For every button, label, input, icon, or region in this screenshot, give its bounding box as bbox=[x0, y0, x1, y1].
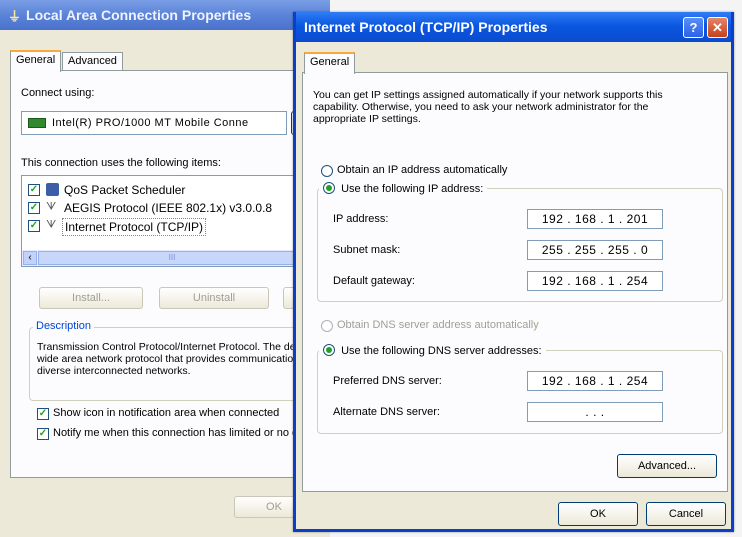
ip-address-label: IP address: bbox=[333, 213, 389, 225]
alternate-dns-field[interactable]: . . . bbox=[527, 402, 663, 422]
show-icon-label: Show icon in notification area when conn… bbox=[53, 407, 280, 419]
install-button[interactable]: Install... bbox=[39, 287, 143, 309]
network-adapter-icon bbox=[28, 118, 46, 128]
horizontal-scrollbar[interactable]: ‹ III bbox=[22, 250, 330, 266]
protocol-icon: ᗐ bbox=[46, 219, 57, 231]
adapter-name: Intel(R) PRO/1000 MT Mobile Conne bbox=[52, 117, 249, 129]
lac-title: Local Area Connection Properties bbox=[26, 7, 252, 23]
item-checkbox-aegis[interactable]: ✓ bbox=[28, 202, 40, 214]
item-checkbox-tcpip[interactable]: ✓ bbox=[28, 220, 40, 232]
tab-general[interactable]: General bbox=[304, 52, 356, 74]
components-list[interactable]: ✓ QoS Packet Scheduler ✓ ᗐ AEGIS Protoco… bbox=[21, 175, 330, 267]
tab-general[interactable]: General bbox=[10, 50, 62, 72]
item-label-aegis[interactable]: AEGIS Protocol (IEEE 802.1x) v3.0.0.8 bbox=[64, 201, 272, 215]
close-icon[interactable]: ✕ bbox=[707, 17, 728, 38]
notify-label: Notify me when this connection has limit… bbox=[53, 427, 330, 439]
protocol-icon: ᗐ bbox=[46, 201, 57, 213]
advanced-button[interactable]: Advanced... bbox=[617, 454, 717, 478]
tcpip-window: Internet Protocol (TCP/IP) Properties ? … bbox=[293, 12, 734, 532]
subnet-mask-label: Subnet mask: bbox=[333, 244, 401, 256]
obtain-dns-radio[interactable] bbox=[321, 320, 333, 332]
ok-button[interactable]: OK bbox=[558, 502, 638, 526]
network-icon: ⏚ bbox=[8, 8, 22, 24]
item-label-tcpip[interactable]: Internet Protocol (TCP/IP) bbox=[62, 218, 207, 236]
items-label: This connection uses the following items… bbox=[21, 157, 221, 169]
obtain-ip-radio[interactable] bbox=[321, 165, 333, 177]
notify-checkbox[interactable]: ✓ bbox=[37, 428, 49, 440]
preferred-dns-label: Preferred DNS server: bbox=[333, 375, 442, 387]
description-text: Transmission Control Protocol/Internet P… bbox=[37, 341, 330, 377]
lac-general-panel: Connect using: Intel(R) PRO/1000 MT Mobi… bbox=[10, 70, 330, 478]
use-ip-radio[interactable] bbox=[323, 182, 335, 194]
default-gateway-field[interactable]: 192 . 168 . 1 . 254 bbox=[527, 271, 663, 291]
scroll-left-arrow-icon[interactable]: ‹ bbox=[23, 251, 37, 265]
use-dns-option: Use the following DNS server addresses: bbox=[319, 342, 546, 358]
help-icon[interactable]: ? bbox=[683, 17, 704, 38]
tcpip-titlebar[interactable]: Internet Protocol (TCP/IP) Properties ? … bbox=[296, 12, 731, 42]
item-checkbox-qos[interactable]: ✓ bbox=[28, 184, 40, 196]
lac-window: ⏚ Local Area Connection Properties Gener… bbox=[0, 0, 330, 537]
qos-icon bbox=[46, 183, 59, 196]
uninstall-button[interactable]: Uninstall bbox=[159, 287, 269, 309]
tcpip-title: Internet Protocol (TCP/IP) Properties bbox=[304, 19, 548, 35]
intro-text: You can get IP settings assigned automat… bbox=[313, 89, 663, 125]
cancel-button[interactable]: Cancel bbox=[646, 502, 726, 526]
scroll-thumb[interactable]: III bbox=[38, 251, 306, 265]
connect-using-label: Connect using: bbox=[21, 87, 95, 99]
default-gateway-label: Default gateway: bbox=[333, 275, 415, 287]
adapter-field: Intel(R) PRO/1000 MT Mobile Conne bbox=[21, 111, 287, 135]
use-ip-option: Use the following IP address: bbox=[319, 180, 488, 196]
obtain-ip-label[interactable]: Obtain an IP address automatically bbox=[337, 164, 507, 176]
use-ip-label[interactable]: Use the following IP address: bbox=[341, 183, 483, 195]
use-dns-label[interactable]: Use the following DNS server addresses: bbox=[341, 345, 542, 357]
tab-advanced[interactable]: Advanced bbox=[62, 52, 123, 71]
description-label: Description bbox=[33, 320, 95, 332]
subnet-mask-field[interactable]: 255 . 255 . 255 . 0 bbox=[527, 240, 663, 260]
show-icon-checkbox[interactable]: ✓ bbox=[37, 408, 49, 420]
use-dns-radio[interactable] bbox=[323, 344, 335, 356]
lac-titlebar[interactable]: ⏚ Local Area Connection Properties bbox=[0, 0, 330, 30]
tcpip-general-panel: You can get IP settings assigned automat… bbox=[302, 72, 728, 492]
item-label-qos[interactable]: QoS Packet Scheduler bbox=[64, 183, 185, 197]
ip-address-field[interactable]: 192 . 168 . 1 . 201 bbox=[527, 209, 663, 229]
alternate-dns-label: Alternate DNS server: bbox=[333, 406, 440, 418]
preferred-dns-field[interactable]: 192 . 168 . 1 . 254 bbox=[527, 371, 663, 391]
obtain-dns-label[interactable]: Obtain DNS server address automatically bbox=[337, 319, 539, 331]
